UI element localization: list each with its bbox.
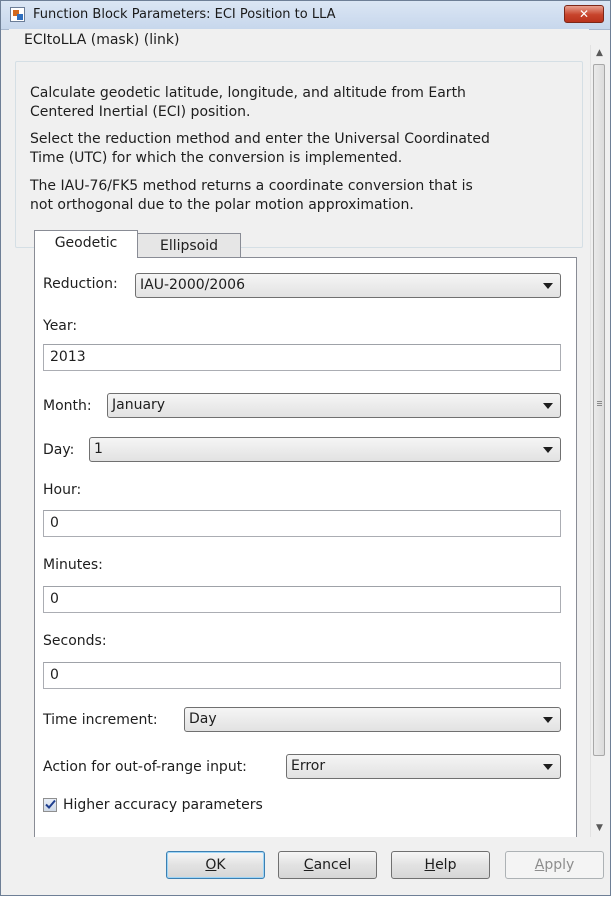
out-of-range-label: Action for out-of-range input: xyxy=(43,759,247,775)
button-bar: OK Cancel Help Apply xyxy=(1,841,610,895)
scroll-thumb[interactable] xyxy=(593,64,605,756)
close-icon: ✕ xyxy=(578,7,590,21)
minutes-value: 0 xyxy=(50,591,59,607)
description-line: Time (UTC) for which the conversion is i… xyxy=(30,150,403,166)
apply-button[interactable]: Apply xyxy=(505,851,604,879)
help-button[interactable]: Help xyxy=(391,851,490,879)
grip-icon xyxy=(597,401,602,402)
time-increment-value: Day xyxy=(189,711,217,727)
month-value: January xyxy=(112,397,166,413)
cancel-button[interactable]: Cancel xyxy=(278,851,377,879)
out-of-range-select[interactable]: Error xyxy=(286,754,561,779)
hour-label: Hour: xyxy=(43,482,82,498)
ok-button[interactable]: OK xyxy=(166,851,265,879)
tab-geodetic[interactable]: Geodetic xyxy=(34,230,138,258)
day-value: 1 xyxy=(94,441,103,457)
day-label: Day: xyxy=(43,442,75,458)
year-label: Year: xyxy=(43,318,78,334)
minutes-label: Minutes: xyxy=(43,557,103,573)
scroll-down-icon[interactable]: ▼ xyxy=(591,820,608,837)
checkmark-icon xyxy=(45,799,56,809)
simulink-block-icon xyxy=(10,7,25,22)
time-increment-label: Time increment: xyxy=(43,712,158,728)
year-field[interactable]: 2013 xyxy=(43,344,561,371)
scroll-up-icon[interactable]: ▲ xyxy=(591,45,608,62)
year-value: 2013 xyxy=(50,349,86,365)
description-line: The IAU-76/FK5 method returns a coordina… xyxy=(30,178,473,194)
reduction-value: IAU-2000/2006 xyxy=(140,277,245,293)
group-title: ECItoLLA (mask) (link) xyxy=(21,32,183,48)
month-select[interactable]: January xyxy=(107,393,561,418)
higher-accuracy-checkbox[interactable] xyxy=(43,798,57,812)
chevron-down-icon xyxy=(543,764,553,770)
vertical-scrollbar[interactable]: ▲ ▼ xyxy=(590,45,608,837)
description-line: Centered Inertial (ECI) position. xyxy=(30,104,251,120)
reduction-label: Reduction: xyxy=(43,276,118,292)
description-line: Calculate geodetic latitude, longitude, … xyxy=(30,85,466,101)
seconds-label: Seconds: xyxy=(43,633,107,649)
reduction-select[interactable]: IAU-2000/2006 xyxy=(135,273,561,298)
out-of-range-value: Error xyxy=(291,758,326,774)
chevron-down-icon xyxy=(543,283,553,289)
close-button[interactable]: ✕ xyxy=(564,5,604,23)
chevron-down-icon xyxy=(543,717,553,723)
description-line: not orthogonal due to the polar motion a… xyxy=(30,197,414,213)
seconds-value: 0 xyxy=(50,667,59,683)
title-bar[interactable]: Function Block Parameters: ECI Position … xyxy=(1,1,610,30)
minutes-field[interactable]: 0 xyxy=(43,586,561,613)
dialog-window: Function Block Parameters: ECI Position … xyxy=(0,0,611,896)
day-select[interactable]: 1 xyxy=(89,437,561,462)
window-title: Function Block Parameters: ECI Position … xyxy=(33,7,336,22)
description-line: Select the reduction method and enter th… xyxy=(30,131,490,147)
higher-accuracy-label[interactable]: Higher accuracy parameters xyxy=(63,797,263,813)
month-label: Month: xyxy=(43,398,92,414)
chevron-down-icon xyxy=(543,447,553,453)
hour-value: 0 xyxy=(50,515,59,531)
time-increment-select[interactable]: Day xyxy=(184,707,561,732)
hour-field[interactable]: 0 xyxy=(43,510,561,537)
chevron-down-icon xyxy=(543,403,553,409)
tab-ellipsoid[interactable]: Ellipsoid xyxy=(137,233,241,259)
seconds-field[interactable]: 0 xyxy=(43,662,561,689)
